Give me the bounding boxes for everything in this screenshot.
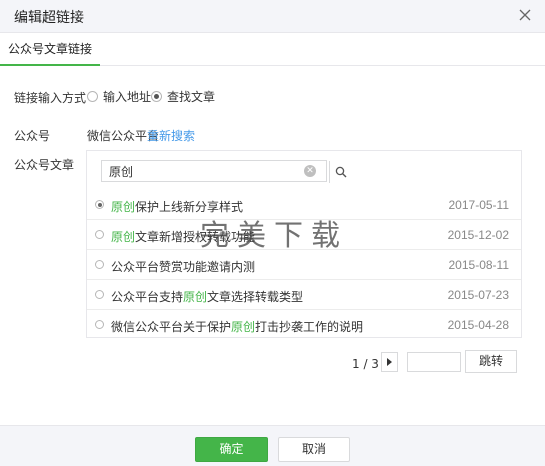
search-input[interactable]: [102, 161, 302, 181]
search-icon: [335, 166, 347, 178]
article-title: 公众平台赞赏功能邀请内测: [111, 260, 256, 274]
article-title: 公众平台支持原创文章选择转载类型: [111, 290, 304, 304]
article-date: 2017-05-11: [448, 198, 510, 212]
radio-label: 输入地址: [103, 90, 152, 104]
article-date: 2015-07-23: [447, 288, 509, 302]
cancel-button[interactable]: 取消: [278, 437, 350, 462]
article-title: 原创文章新增授权转载功能: [111, 230, 256, 244]
tab-bar: 公众号文章链接: [0, 33, 545, 66]
list-item[interactable]: 公众平台支持原创文章选择转载类型 2015-07-23: [87, 280, 521, 310]
radio-button-icon: [95, 290, 104, 299]
radio-button-checked-icon: [151, 91, 162, 102]
account-label: 公众号: [14, 129, 51, 143]
search-button[interactable]: [329, 161, 351, 183]
pager-status: 1 / 3: [352, 357, 379, 371]
jump-button[interactable]: 跳转: [465, 350, 517, 373]
radio-button-icon: [95, 230, 104, 239]
edit-hyperlink-dialog: 编辑超链接 公众号文章链接 链接输入方式 输入地址 查找文章 公众号 微信公众平…: [0, 0, 545, 466]
page-number-input[interactable]: [407, 352, 461, 372]
link-mode-label: 链接输入方式: [14, 91, 87, 105]
confirm-button[interactable]: 确定: [195, 437, 268, 462]
list-item[interactable]: 原创保护上线新分享样式 2017-05-11: [87, 190, 521, 220]
clear-icon[interactable]: ✕: [304, 165, 316, 177]
list-item[interactable]: 微信公众平台关于保护原创打击抄袭工作的说明 2015-04-28: [87, 310, 521, 340]
article-title: 原创保护上线新分享样式: [111, 200, 244, 214]
article-list: 原创保护上线新分享样式 2017-05-11 原创文章新增授权转载功能 2015…: [87, 190, 521, 340]
dialog-title: 编辑超链接: [14, 10, 84, 26]
article-date: 2015-04-28: [447, 318, 509, 332]
close-icon[interactable]: [517, 7, 533, 23]
articles-label: 公众号文章: [14, 158, 75, 172]
radio-button-icon: [95, 260, 104, 269]
article-date: 2015-08-11: [448, 258, 510, 272]
article-title: 微信公众平台关于保护原创打击抄袭工作的说明: [111, 320, 364, 334]
list-item[interactable]: 公众平台赞赏功能邀请内测 2015-08-11: [87, 250, 521, 280]
dialog-footer: 确定 取消: [0, 425, 545, 466]
research-link[interactable]: 重新搜索: [147, 127, 195, 144]
list-item[interactable]: 原创文章新增授权转载功能 2015-12-02: [87, 220, 521, 250]
radio-label: 查找文章: [167, 90, 216, 104]
tab-article-link[interactable]: 公众号文章链接: [0, 33, 100, 66]
article-search-panel: ✕ 原创保护上线新分享样式 2017-05-11 原创文章新增授权转载功能 20…: [86, 150, 522, 338]
pager-next-button[interactable]: [381, 352, 398, 372]
radio-button-checked-icon: [95, 200, 104, 209]
radio-input-address[interactable]: 输入地址: [87, 88, 151, 105]
search-box: ✕: [101, 160, 347, 183]
radio-button-icon: [95, 320, 104, 329]
article-date: 2015-12-02: [447, 228, 509, 242]
radio-search-article[interactable]: 查找文章: [151, 88, 215, 105]
dialog-header: 编辑超链接: [0, 0, 545, 33]
radio-button-icon: [87, 91, 98, 102]
